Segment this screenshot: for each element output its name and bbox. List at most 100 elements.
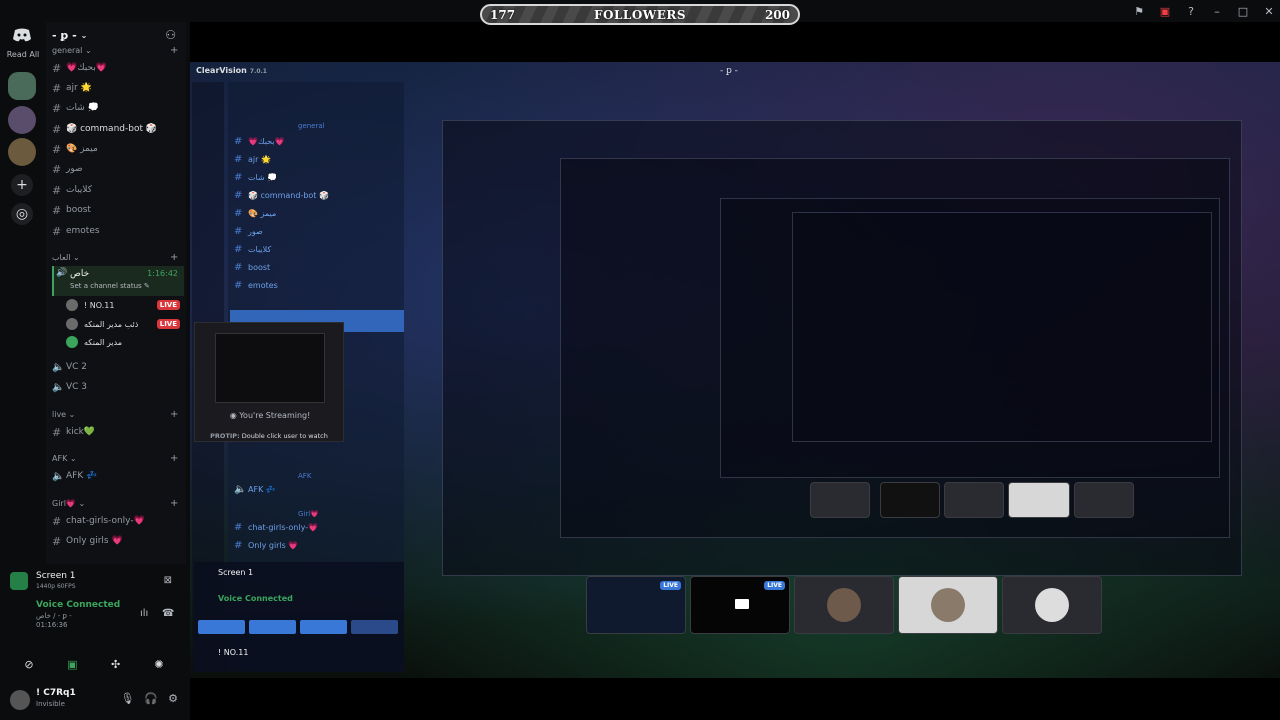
noise-suppression-icon[interactable]: ılı — [140, 608, 148, 619]
hash-icon: # — [52, 61, 62, 75]
followers-goal-bar: 177 FOLLOWERS 200 — [480, 4, 800, 25]
streaming-label: ◉ You're Streaming! — [229, 411, 311, 420]
text-channel[interactable]: # شات 💭 — [52, 100, 180, 116]
stream-guild-name: - ꝑ - — [720, 66, 738, 76]
speaker-icon: 🔈 — [52, 381, 65, 393]
user-bar: ! C7Rq1 Invisible 🎙 🎧 ⚙ — [10, 684, 178, 714]
category-general[interactable]: general ⌄ + — [52, 45, 178, 56]
inner-channel: # شات 💭 — [234, 171, 278, 183]
stream-app-title: ClearVision 7.0.1 — [196, 66, 267, 75]
avatar — [66, 299, 78, 311]
nested-tile — [1008, 482, 1070, 518]
live-badge: LIVE — [660, 581, 681, 590]
voice-channel[interactable]: 🔈 VC 2 — [52, 359, 180, 375]
voice-connected-label[interactable]: Voice Connected — [36, 600, 120, 610]
channel-list: - ꝑ - ⌄ ⚇ general ⌄ + # 💗بحبك💗 # ajr 🌟 # شات… — [46, 22, 186, 564]
nested-tile — [944, 482, 1004, 518]
chevron-down-icon: ⌄ — [80, 30, 88, 40]
help-icon[interactable]: ? — [1178, 2, 1204, 20]
hash-icon: # — [52, 122, 62, 136]
close-button[interactable]: ✕ — [1256, 2, 1280, 20]
live-badge: LIVE — [156, 319, 180, 329]
disconnect-icon[interactable]: ☎ — [162, 608, 174, 619]
stream-preview-screen — [215, 333, 325, 403]
screen-icon — [735, 599, 749, 609]
server-icon[interactable] — [8, 106, 36, 134]
participant-tile[interactable] — [898, 576, 998, 634]
explore-icon[interactable]: ◎ — [11, 203, 33, 225]
add-channel-icon[interactable]: + — [170, 453, 178, 464]
camera-off-button[interactable]: ⊘ — [10, 654, 48, 674]
participant-tile[interactable] — [1002, 576, 1102, 634]
text-channel[interactable]: # boost — [52, 202, 180, 218]
hash-icon: # — [52, 142, 62, 156]
add-channel-icon[interactable]: + — [170, 409, 178, 420]
voice-channel[interactable]: 🔈 AFK 💤 — [52, 468, 180, 484]
category-live[interactable]: live ⌄ + — [52, 409, 178, 420]
read-all-button[interactable]: Read All — [2, 50, 44, 59]
text-channel[interactable]: # 🎲 command-bot 🎲 — [52, 121, 180, 137]
nested-tile — [810, 482, 870, 518]
text-channel[interactable]: # صور — [52, 161, 180, 177]
activities-button[interactable]: ✣ — [97, 654, 135, 674]
text-channel[interactable]: # كلايبات — [52, 182, 180, 198]
guild-name: - ꝑ - — [52, 28, 77, 42]
soundboard-button[interactable]: ✺ — [140, 654, 178, 674]
participant-tile[interactable] — [794, 576, 894, 634]
avatar[interactable] — [10, 690, 30, 710]
category-afk[interactable]: AFK ⌄ + — [52, 453, 178, 464]
gear-icon[interactable]: ⚙ — [168, 692, 178, 705]
server-icon-active[interactable] — [8, 72, 36, 100]
hash-icon: # — [52, 534, 62, 548]
server-icon[interactable] — [8, 138, 36, 166]
maximize-button[interactable]: □ — [1230, 2, 1256, 20]
speaker-icon: 🔈 — [52, 361, 65, 373]
hash-icon: # — [52, 203, 62, 217]
text-channel[interactable]: # emotes — [52, 223, 180, 239]
inbox-icon[interactable]: ⚑ — [1126, 2, 1152, 20]
inner-channel: # Only girls 💗 — [234, 539, 299, 551]
live-badge: LIVE — [156, 300, 180, 310]
add-server-icon[interactable]: + — [11, 174, 33, 196]
voice-user[interactable]: ذئب مدير المنكه LIVE — [66, 316, 186, 332]
speaker-icon: 🔈 — [52, 470, 65, 482]
microphone-icon[interactable]: 🎙 — [120, 692, 134, 705]
participant-tile[interactable]: LIVE — [690, 576, 790, 634]
text-channel[interactable]: # kick💚 — [52, 424, 180, 440]
avatar — [931, 588, 965, 622]
add-channel-icon[interactable]: + — [170, 252, 178, 263]
text-channel[interactable]: # chat-girls-only-💗 — [52, 513, 180, 529]
category-games[interactable]: العاب ⌄ + — [52, 252, 178, 263]
text-channel[interactable]: # 🎨 ميمز — [52, 141, 180, 157]
inner-channel: # emotes — [234, 279, 278, 291]
voice-channel-active[interactable]: 🔊 خاص 1:16:42 Set a channel status ✎ — [52, 266, 184, 296]
headphones-icon[interactable]: 🎧 — [144, 692, 158, 705]
voice-user[interactable]: مدير المنكه — [66, 334, 186, 350]
add-channel-icon[interactable]: + — [170, 45, 178, 56]
screen-share-button[interactable]: ▣ — [53, 654, 91, 674]
voice-location: خاص / - ꝑ - 01:16:36 — [36, 612, 72, 629]
text-channel[interactable]: # Only girls 💗 — [52, 533, 180, 549]
invite-icon[interactable]: ⚇ — [165, 28, 176, 42]
hash-icon: # — [52, 224, 62, 238]
followers-label: FOLLOWERS — [593, 7, 687, 22]
minimize-button[interactable]: – — [1204, 2, 1230, 20]
text-channel[interactable]: # 💗بحبك💗 — [52, 60, 180, 76]
guild-header[interactable]: - ꝑ - ⌄ ⚇ — [46, 24, 186, 46]
hash-icon: # — [52, 183, 62, 197]
screen-share-icon[interactable]: ▣ — [1152, 2, 1178, 20]
avatar — [1035, 588, 1069, 622]
voice-channel[interactable]: 🔈 VC 3 — [52, 379, 180, 395]
participant-tile[interactable]: LIVE — [586, 576, 686, 634]
add-channel-icon[interactable]: + — [170, 498, 178, 509]
stop-stream-icon[interactable]: ⊠ — [164, 575, 172, 586]
followers-goal: 200 — [764, 7, 790, 22]
voice-user[interactable]: ! NO.11 LIVE — [66, 297, 186, 313]
discord-home-icon[interactable] — [10, 26, 34, 44]
user-name[interactable]: ! C7Rq1 — [36, 688, 76, 698]
user-status: Invisible — [36, 700, 65, 708]
category-girl[interactable]: Girl💗 ⌄ + — [52, 498, 178, 509]
stream-view[interactable]: ClearVision 7.0.1 - ꝑ - general # 💗بحبك💗 #… — [190, 22, 1280, 720]
text-channel[interactable]: # ajr 🌟 — [52, 80, 180, 96]
nested-tile — [880, 482, 940, 518]
